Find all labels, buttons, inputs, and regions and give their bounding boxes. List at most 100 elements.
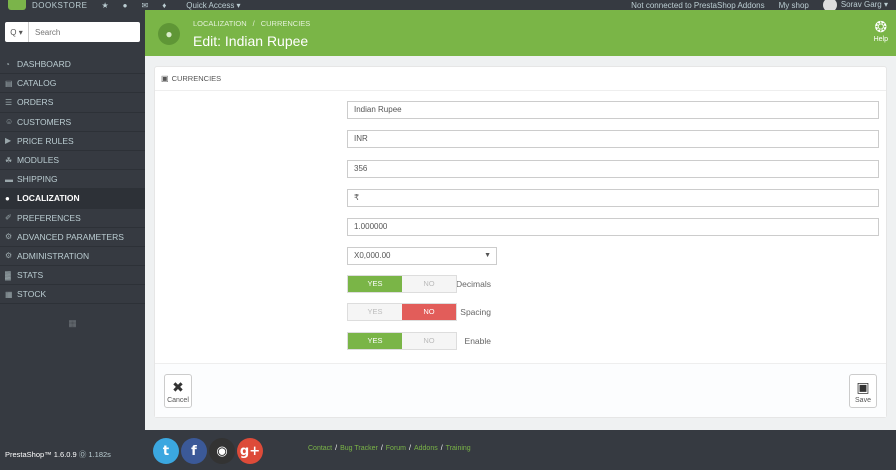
sidebar-item-shipping[interactable]: ▬ Shipping xyxy=(0,170,145,190)
decimals-switch: YES NO xyxy=(347,275,457,293)
sidebar-item-label: Administration xyxy=(17,250,90,261)
administration-icon: ⚙ xyxy=(5,251,13,261)
shipping-icon: ▬ xyxy=(5,174,13,184)
iso-code-input[interactable]: INR xyxy=(347,130,879,148)
search-input[interactable] xyxy=(29,27,129,37)
localization-icon: ● xyxy=(5,193,10,203)
breadcrumb-currencies[interactable]: Currencies xyxy=(261,19,311,28)
numeric-iso-code-input[interactable]: 356 xyxy=(347,160,879,178)
sidebar-item-stats[interactable]: ▓ Stats xyxy=(0,266,145,286)
sidebar-item-label: Preferences xyxy=(17,212,81,223)
footer-link-forum[interactable]: Forum xyxy=(386,445,406,452)
sidebar-item-modules[interactable]: ☘ Modules xyxy=(0,151,145,171)
form-row-spacing: Spacing YES NO xyxy=(155,303,888,321)
search-box: Q ▾ xyxy=(5,22,140,42)
sidebar-item-dashboard[interactable]: ◔ Dashboard xyxy=(0,55,145,75)
form-row-currency-name: *Currency nameIndian Rupee xyxy=(155,101,888,119)
exchange-rate-control: 1.000000 xyxy=(347,218,879,236)
shop-name[interactable]: DOOKSTORE xyxy=(32,1,87,10)
iso-code-control: INR xyxy=(347,130,879,148)
sidebar-item-stock[interactable]: ▦ Stock xyxy=(0,285,145,305)
sidebar-item-price-rules[interactable]: ▶ Price Rules xyxy=(0,132,145,151)
enable-control: YES NO xyxy=(347,332,457,350)
quick-access-menu[interactable]: Quick Access ▾ xyxy=(186,1,240,10)
floppy-icon: ▣ xyxy=(856,379,870,395)
spacing-no-option[interactable]: NO xyxy=(402,304,456,320)
enable-yes-option[interactable]: YES xyxy=(348,333,402,349)
globe-icon: ● xyxy=(158,23,180,45)
sidebar-item-label: Advanced Parameters xyxy=(17,231,124,242)
google-plus-icon[interactable]: g+ xyxy=(237,438,263,464)
github-icon[interactable]: ◉ xyxy=(209,438,235,464)
decimals-label: Decimals xyxy=(456,275,491,293)
sidebar-item-label: Customers xyxy=(17,116,72,127)
help-label: Help xyxy=(873,36,888,43)
breadcrumb: Localization / Currencies xyxy=(193,19,310,28)
currency-name-input[interactable]: Indian Rupee xyxy=(347,101,879,119)
sidebar-item-administration[interactable]: ⚙ Administration xyxy=(0,247,145,267)
link-separator: / xyxy=(409,445,411,452)
save-button[interactable]: ▣ Save xyxy=(849,374,877,408)
my-shop-link[interactable]: My shop xyxy=(779,1,809,10)
orders-icon: ☰ xyxy=(5,97,13,107)
spacing-label: Spacing xyxy=(460,303,491,321)
user-icon[interactable]: ● xyxy=(123,1,128,10)
form-row-numeric-iso-code: *Numeric ISO code356 xyxy=(155,160,888,178)
panel-heading: ▣ Currencies xyxy=(155,67,886,91)
search-scope-dropdown[interactable]: Q ▾ xyxy=(5,22,29,42)
twitter-icon[interactable]: t xyxy=(153,438,179,464)
trophy-icon[interactable]: ♦ xyxy=(162,1,166,10)
currency-form-panel: ▣ Currencies *Currency nameIndian Rupee *… xyxy=(154,66,887,418)
breadcrumb-localization[interactable]: Localization xyxy=(193,19,247,28)
numeric-iso-code-control: 356 xyxy=(347,160,879,178)
help-button[interactable]: ❂ Help xyxy=(873,20,888,44)
label-text: Decimals xyxy=(456,279,491,289)
sidebar-item-catalog[interactable]: ▤ Catalog xyxy=(0,74,145,94)
decimals-no-option[interactable]: NO xyxy=(402,276,456,292)
footer-link-bug-tracker[interactable]: Bug Tracker xyxy=(340,445,378,452)
sidebar: Q ▾ ◔Dashboard▤Catalog ☰ Orders ☺Customers▶… xyxy=(0,10,145,430)
caret-down-icon: ▼ xyxy=(484,252,491,259)
spacing-yes-option[interactable]: YES xyxy=(348,304,402,320)
close-icon: ✖ xyxy=(172,379,184,395)
sidebar-item-label: Price Rules xyxy=(17,135,74,146)
facebook-icon[interactable]: f xyxy=(181,438,207,464)
collapse-menu-icon[interactable]: ▦ xyxy=(0,318,145,329)
cart-icon[interactable]: ★ xyxy=(101,1,108,10)
footer-link-contact[interactable]: Contact xyxy=(308,445,332,452)
avatar xyxy=(822,0,837,10)
sidebar-item-orders[interactable]: ☰ Orders xyxy=(0,93,145,113)
user-menu[interactable]: Sorav Garg ▾ xyxy=(822,0,888,10)
sidebar-item-label: Stock xyxy=(17,289,47,300)
sidebar-item-customers[interactable]: ☺ Customers xyxy=(0,113,145,132)
cancel-button[interactable]: ✖ Cancel xyxy=(164,374,192,408)
sidebar-item-preferences[interactable]: ✐ Preferences xyxy=(0,209,145,228)
footer-link-addons[interactable]: Addons xyxy=(414,445,438,452)
link-separator: / xyxy=(335,445,338,452)
symbol-input[interactable]: ₹ xyxy=(347,189,879,207)
load-timer: Ⓞ 1.182s xyxy=(78,450,111,459)
catalog-icon: ▤ xyxy=(5,78,13,88)
link-separator: / xyxy=(380,445,383,452)
exchange-rate-input[interactable]: 1.000000 xyxy=(347,218,879,236)
version-label: PrestaShop™ 1.6.0.9 xyxy=(5,450,77,459)
user-name: Sorav Garg ▾ xyxy=(840,0,888,10)
version-info: PrestaShop™ 1.6.0.9 Ⓞ 1.182s xyxy=(5,449,111,460)
advanced-parameters-icon: ⚙ xyxy=(5,232,13,242)
footer-link-training[interactable]: Training xyxy=(446,445,471,452)
decimals-yes-option[interactable]: YES xyxy=(348,276,402,292)
mail-icon[interactable]: ✉ xyxy=(142,1,149,10)
modules-icon: ☘ xyxy=(5,155,13,165)
decimals-control: YES NO xyxy=(347,275,457,293)
sidebar-item-label: Orders xyxy=(17,97,54,108)
page-title: Edit: Indian Rupee xyxy=(193,33,309,49)
sidebar-item-label: Stats xyxy=(17,270,44,281)
panel-footer: ✖ Cancel ▣ Save xyxy=(155,363,886,417)
sidebar-item-advanced-parameters[interactable]: ⚙ Advanced Parameters xyxy=(0,228,145,247)
sidebar-item-label: Shipping xyxy=(17,174,58,185)
sidebar-item-localization[interactable]: ● Localization xyxy=(0,189,145,209)
addons-status-link[interactable]: Not connected to PrestaShop Addons xyxy=(631,1,764,10)
enable-no-option[interactable]: NO xyxy=(402,333,456,349)
currency-format-select[interactable]: X0,000.00 ▼ xyxy=(347,247,497,265)
prestashop-logo[interactable] xyxy=(8,0,26,10)
